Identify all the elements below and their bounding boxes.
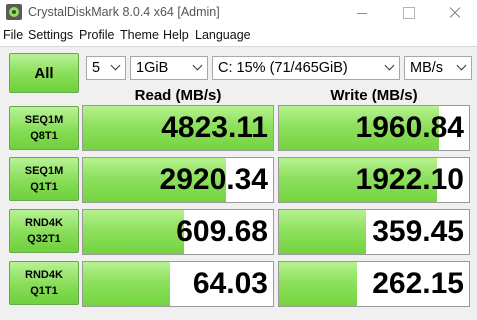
menu-file[interactable]: File — [3, 28, 23, 42]
main-panel: All 5 1GiB C: 15% (71/465GiB) MB/s Read … — [0, 46, 477, 320]
write-value: 1960.84 — [355, 111, 464, 144]
write-value: 359.45 — [372, 215, 464, 248]
title-bar: CrystalDiskMark 8.0.4 x64 [Admin] — [0, 0, 477, 26]
minimize-icon[interactable] — [340, 0, 384, 26]
read-value: 609.68 — [176, 215, 268, 248]
read-progress-bar — [83, 210, 184, 254]
test-count-select[interactable]: 5 — [86, 56, 126, 80]
seq1m-q8t1-write-result: 1960.84 — [278, 105, 470, 151]
chevron-down-icon — [458, 64, 466, 72]
rnd4k-q32t1-button[interactable]: RND4K Q32T1 — [9, 209, 79, 253]
test-name: SEQ1M — [24, 165, 64, 177]
seq1m-q8t1-button[interactable]: SEQ1M Q8T1 — [9, 106, 79, 150]
write-value: 1922.10 — [355, 163, 464, 196]
menu-settings[interactable]: Settings — [28, 28, 73, 42]
rnd4k-q32t1-write-result: 359.45 — [278, 209, 470, 255]
seq1m-q1t1-button[interactable]: SEQ1M Q1T1 — [9, 157, 79, 201]
test-name: RND4K — [25, 217, 63, 229]
chevron-down-icon — [386, 64, 394, 72]
test-size-value: 1GiB — [136, 60, 169, 76]
read-progress-bar — [83, 262, 171, 306]
chevron-down-icon — [112, 64, 120, 72]
write-progress-bar — [279, 210, 367, 254]
test-size-select[interactable]: 1GiB — [130, 56, 208, 80]
rnd4k-q1t1-button[interactable]: RND4K Q1T1 — [9, 261, 79, 305]
seq1m-q1t1-write-result: 1922.10 — [278, 157, 470, 203]
drive-select[interactable]: C: 15% (71/465GiB) — [212, 56, 400, 80]
rnd4k-q1t1-read-result: 64.03 — [82, 261, 274, 307]
menu-theme[interactable]: Theme — [120, 28, 159, 42]
menu-profile[interactable]: Profile — [79, 28, 114, 42]
read-value: 64.03 — [192, 267, 268, 300]
seq1m-q1t1-read-result: 2920.34 — [82, 157, 274, 203]
write-column-header: Write (MB/s) — [330, 87, 418, 104]
read-value: 4823.11 — [161, 111, 268, 144]
run-all-button[interactable]: All — [9, 53, 79, 93]
rnd4k-q1t1-write-result: 262.15 — [278, 261, 470, 307]
test-name: RND4K — [25, 269, 63, 281]
test-params: Q1T1 — [30, 181, 58, 193]
test-params: Q1T1 — [30, 285, 58, 297]
test-name: SEQ1M — [24, 114, 64, 126]
test-count-value: 5 — [92, 60, 101, 76]
drive-value: C: 15% (71/465GiB) — [218, 60, 348, 76]
window-title: CrystalDiskMark 8.0.4 x64 [Admin] — [28, 5, 220, 19]
write-progress-bar — [279, 262, 357, 306]
menu-bar: File Settings Profile Theme Help Languag… — [0, 27, 477, 45]
rnd4k-q32t1-read-result: 609.68 — [82, 209, 274, 255]
maximize-icon[interactable] — [386, 0, 430, 26]
test-params: Q32T1 — [27, 233, 61, 245]
write-value: 262.15 — [372, 267, 464, 300]
unit-select[interactable]: MB/s — [404, 56, 472, 80]
seq1m-q8t1-read-result: 4823.11 — [82, 105, 274, 151]
menu-language[interactable]: Language — [195, 28, 251, 42]
unit-value: MB/s — [410, 60, 444, 76]
chevron-down-icon — [194, 64, 202, 72]
close-icon[interactable] — [432, 0, 476, 26]
test-params: Q8T1 — [30, 130, 58, 142]
menu-help[interactable]: Help — [163, 28, 189, 42]
read-value: 2920.34 — [159, 163, 268, 196]
crystaldiskmark-app-icon — [6, 4, 22, 20]
read-column-header: Read (MB/s) — [134, 87, 222, 104]
